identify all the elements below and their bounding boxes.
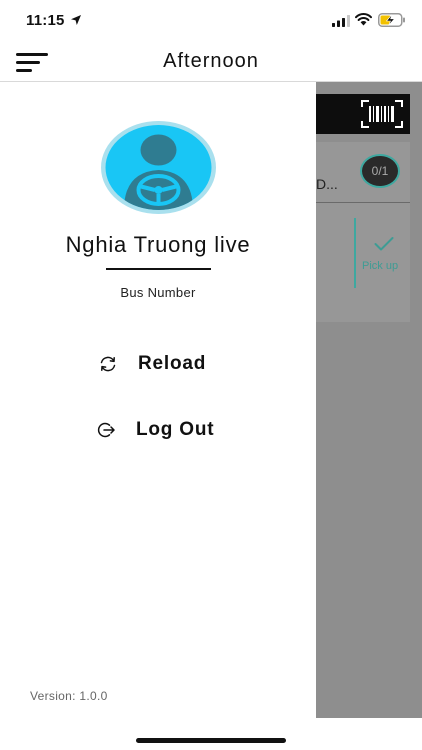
bottom-area <box>0 718 422 750</box>
battery-charging-icon <box>378 13 405 27</box>
page-title: Afternoon <box>163 50 259 72</box>
barcode-scan-icon[interactable] <box>360 98 404 130</box>
reload-button[interactable]: Reload <box>98 347 206 381</box>
wifi-icon <box>355 13 372 26</box>
home-indicator[interactable] <box>136 738 286 743</box>
stop-card[interactable]: D... 0/1 Pick up <box>316 142 410 322</box>
driver-avatar-icon <box>101 121 216 214</box>
signal-icon <box>332 15 350 27</box>
location-arrow-icon <box>71 15 81 25</box>
bus-number-label: Bus Number <box>120 285 196 300</box>
pickup-divider <box>354 218 356 288</box>
version-text: Version: 1.0.0 <box>30 689 108 703</box>
reload-icon <box>100 356 116 372</box>
driver-name: Nghia Truong live <box>65 232 251 257</box>
pickup-button[interactable]: Pick up <box>362 260 398 272</box>
count-badge: 0/1 <box>360 154 400 188</box>
app-header: Afternoon <box>0 44 422 82</box>
logout-button[interactable]: Log Out <box>96 413 214 447</box>
status-time: 11:15 <box>26 12 65 29</box>
logout-label: Log Out <box>136 419 215 440</box>
name-divider <box>106 268 211 270</box>
stop-title: D... <box>316 176 338 192</box>
scan-bar <box>316 94 410 134</box>
main-screen-overlay[interactable]: D... 0/1 Pick up <box>316 82 422 718</box>
check-icon <box>374 237 394 251</box>
status-bar: 11:15 <box>0 0 422 44</box>
logout-icon <box>97 422 115 438</box>
card-divider <box>316 202 410 203</box>
side-drawer: Nghia Truong live Bus Number Reload Log … <box>0 82 316 718</box>
reload-label: Reload <box>138 353 207 374</box>
